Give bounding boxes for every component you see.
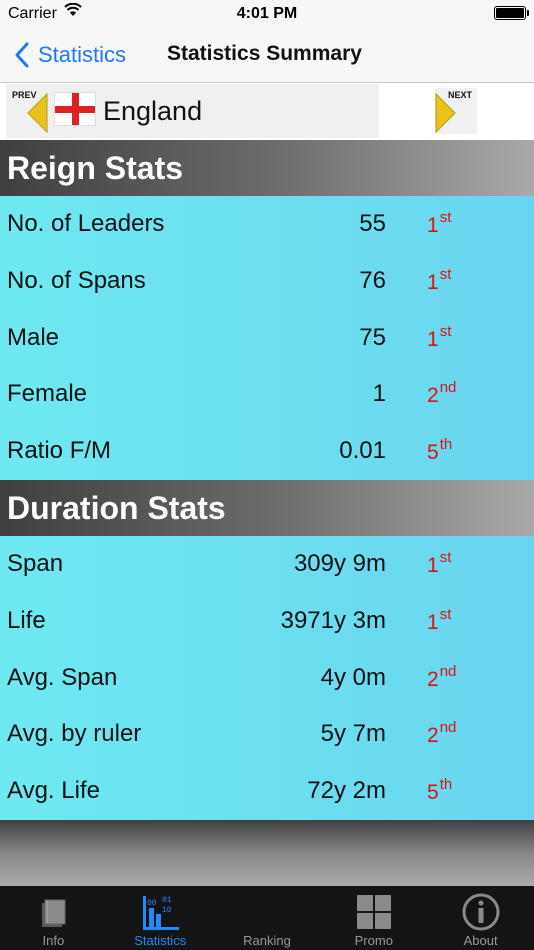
svg-text:10: 10 (162, 906, 172, 915)
arrow-right-icon (435, 92, 456, 134)
stat-rank: 2nd (427, 719, 457, 748)
stat-value: 75 (359, 323, 386, 351)
stat-label: Female (7, 380, 88, 408)
tab-label: About (463, 933, 498, 948)
country-selector: PREV England NEXT (0, 84, 534, 140)
stat-value: 76 (359, 266, 386, 294)
stat-label: Life (7, 606, 46, 634)
stat-rank: 2nd (427, 662, 457, 691)
stat-row: Span 309y 9m 1st (0, 536, 534, 593)
section-title: Duration Stats (7, 490, 226, 526)
stat-label: No. of Leaders (7, 210, 165, 237)
stat-rank: 1st (427, 605, 452, 634)
stat-rank: 5th (427, 436, 453, 465)
stat-row: Ratio F/M 0.01 5th (0, 423, 534, 480)
stat-label: Avg. Life (7, 777, 100, 805)
back-button[interactable]: Statistics (14, 40, 126, 70)
stat-label: Avg. by ruler (7, 720, 142, 748)
battery-icon (494, 6, 529, 20)
stat-value: 72y 2m (307, 777, 386, 805)
stat-rank: 1st (427, 265, 452, 294)
tab-label: Info (42, 933, 65, 948)
stat-rank: 1st (427, 322, 452, 351)
stat-label: No. of Spans (7, 266, 146, 294)
stat-value: 3971y 3m (280, 606, 386, 634)
stat-row: Avg. by ruler 5y 7m 2nd (0, 706, 534, 763)
stat-value: 5y 7m (320, 720, 386, 748)
back-button-label: Statistics (38, 42, 127, 67)
stat-rank: 1st (427, 549, 452, 577)
stat-value: 55 (359, 210, 386, 237)
stat-row: No. of Spans 76 1st (0, 253, 534, 310)
stat-label: Ratio F/M (7, 437, 112, 465)
arrow-left-icon (27, 92, 48, 134)
reign-stats-list: No. of Leaders 55 1st No. of Spans 76 1s… (0, 196, 534, 480)
grid-icon (356, 895, 391, 929)
status-bar: Carrier 4:01 PM (0, 0, 534, 28)
navigation-bar: Statistics Statistics Summary (0, 28, 534, 83)
tab-info[interactable]: Info (0, 886, 107, 950)
background-fill (0, 820, 534, 886)
section-header-reign: Reign Stats (0, 140, 534, 196)
tab-label: Promo (354, 933, 393, 948)
svg-text:01: 01 (162, 896, 172, 905)
tab-label: Ranking (243, 933, 291, 948)
info-icon (462, 893, 500, 931)
stat-row: Male 75 1st (0, 310, 534, 367)
tab-bar: Info 00 01 10 Statistics Ranking Promo A… (0, 886, 534, 950)
stat-row: Avg. Life 72y 2m 5th (0, 763, 534, 820)
stat-value: 1 (372, 380, 386, 408)
next-button[interactable]: NEXT (435, 88, 477, 134)
stat-row: Female 1 2nd (0, 366, 534, 423)
stat-value: 309y 9m (293, 550, 386, 577)
stat-label: Span (7, 550, 64, 577)
tab-ranking[interactable]: Ranking (214, 886, 321, 950)
section-title: Reign Stats (7, 150, 184, 186)
stat-row: Life 3971y 3m 1st (0, 593, 534, 650)
stat-rank: 5th (427, 776, 453, 805)
stat-row: No. of Leaders 55 1st (0, 196, 534, 253)
statistics-icon: 00 01 10 (143, 896, 180, 930)
tab-statistics[interactable]: 00 01 10 Statistics (107, 886, 214, 950)
stat-row: Avg. Span 4y 0m 2nd (0, 650, 534, 707)
tab-about[interactable]: About (427, 886, 534, 950)
stat-label: Male (7, 323, 60, 351)
stat-rank: 1st (427, 209, 452, 237)
stat-label: Avg. Span (7, 663, 118, 691)
duration-stats-list: Span 309y 9m 1st Life 3971y 3m 1st Avg. … (0, 536, 534, 820)
tab-label: Statistics (134, 933, 187, 948)
page-title: Statistics Summary (167, 42, 362, 65)
svg-text:00: 00 (147, 899, 157, 908)
clock: 4:01 PM (236, 5, 298, 22)
stat-value: 0.01 (339, 437, 386, 465)
book-icon (42, 899, 66, 927)
chevron-left-icon (15, 42, 29, 68)
england-flag-icon (54, 92, 96, 126)
country-name: England (103, 96, 203, 126)
tab-promo[interactable]: Promo (320, 886, 427, 950)
stat-rank: 2nd (427, 379, 457, 408)
prev-button[interactable]: PREV (6, 88, 48, 134)
section-header-duration: Duration Stats (0, 480, 534, 536)
stat-value: 4y 0m (320, 663, 386, 691)
